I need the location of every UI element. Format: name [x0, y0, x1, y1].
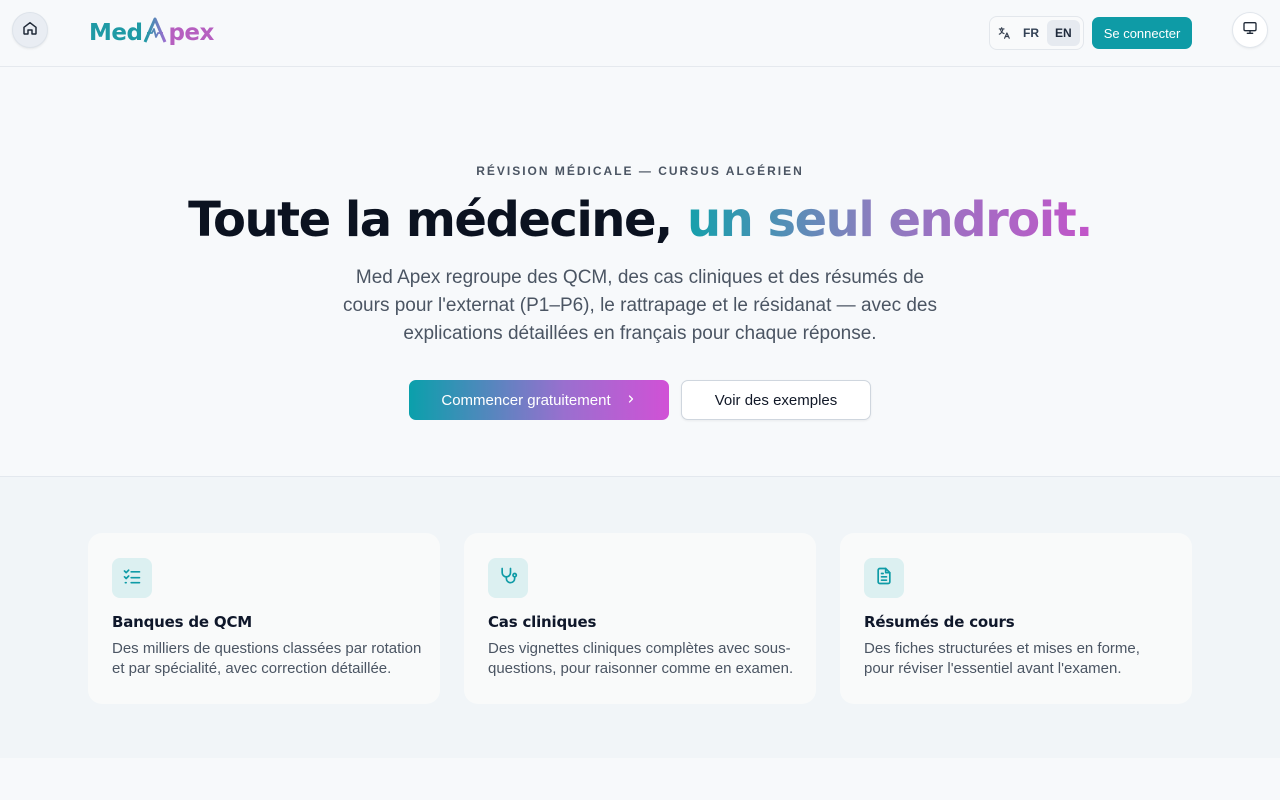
hero-headline: Toute la médecine, un seul endroit.	[0, 192, 1280, 248]
logo-apex-mark-icon	[142, 17, 168, 49]
hero-eyebrow: RÉVISION MÉDICALE — CURSUS ALGÉRIEN	[476, 164, 804, 178]
headline-accent: un seul endroit.	[686, 192, 1093, 248]
feature-card-clinical-cases: Cas cliniques Des vignettes cliniques co…	[464, 533, 816, 704]
start-free-button[interactable]: Commencer gratuitement	[409, 380, 669, 420]
start-free-label: Commencer gratuitement	[441, 391, 611, 409]
monitor-icon	[1242, 20, 1258, 41]
features-section: Banques de QCM Des milliers de questions…	[0, 476, 1280, 758]
feature-card-course-summaries: Résumés de cours Des fiches structurées …	[840, 533, 1192, 704]
brand-logo[interactable]: Med pex	[89, 17, 214, 49]
feature-description: Des vignettes cliniques complètes avec s…	[488, 640, 794, 677]
feature-description: Des milliers de questions classées par r…	[112, 640, 422, 677]
feature-icon-box	[864, 558, 904, 598]
see-examples-button[interactable]: Voir des exemples	[681, 380, 871, 420]
login-button[interactable]: Se connecter	[1092, 17, 1192, 49]
feature-title: Banques de QCM	[112, 613, 252, 631]
feature-icon-box	[488, 558, 528, 598]
language-en-button[interactable]: EN	[1047, 20, 1080, 46]
language-switcher: FR EN	[989, 16, 1084, 50]
top-navbar: Med pex FR EN Se connecter	[0, 0, 1280, 67]
checklist-icon	[122, 566, 142, 591]
chevron-right-icon	[625, 392, 637, 409]
feature-card-qcm: Banques de QCM Des milliers de questions…	[88, 533, 440, 704]
home-icon	[22, 20, 38, 41]
display-mode-button[interactable]	[1232, 12, 1268, 48]
translate-icon	[993, 20, 1015, 46]
next-section-edge	[0, 758, 1280, 800]
stethoscope-icon	[498, 566, 518, 591]
feature-description: Des fiches structurées et mises en forme…	[864, 640, 1140, 677]
feature-title: Résumés de cours	[864, 613, 1015, 631]
document-icon	[874, 566, 894, 591]
logo-text-left: Med	[89, 20, 143, 46]
home-button[interactable]	[12, 12, 48, 48]
language-fr-button[interactable]: FR	[1015, 20, 1047, 46]
feature-title: Cas cliniques	[488, 613, 597, 631]
logo-text-right: pex	[168, 20, 214, 46]
hero-description: Med Apex regroupe des QCM, des cas clini…	[342, 267, 937, 344]
headline-plain: Toute la médecine,	[188, 192, 673, 248]
feature-icon-box	[112, 558, 152, 598]
